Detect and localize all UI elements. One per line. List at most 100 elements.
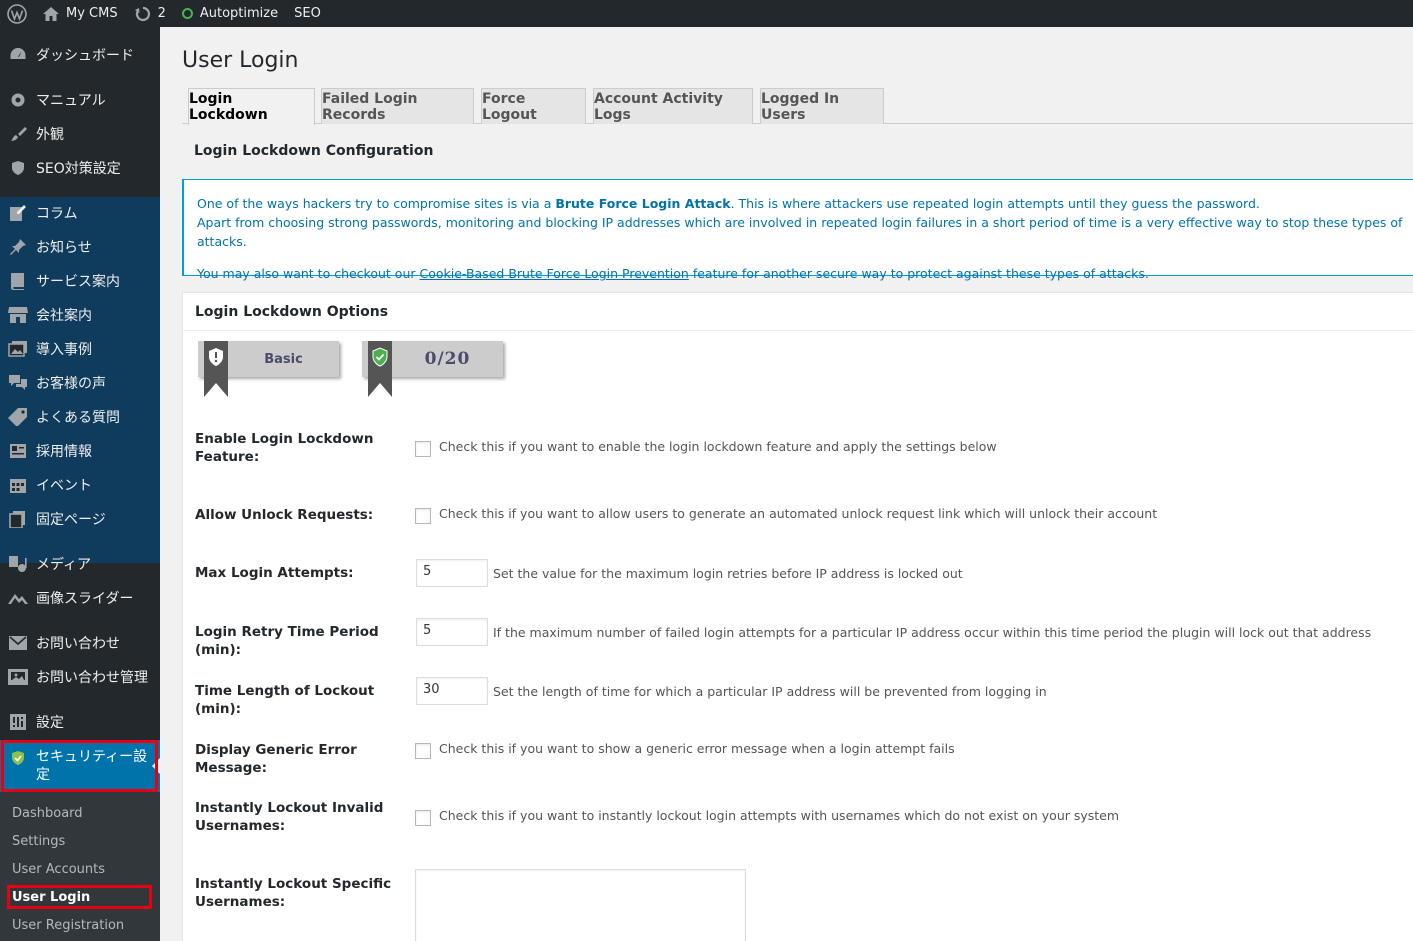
checkbox-allow-unlock[interactable] [415,508,431,524]
page-title: User Login [182,48,299,73]
updates-link[interactable]: 2 [126,0,174,27]
sidebar-item-settings[interactable]: 設定 [0,705,160,739]
score-badge: 0/20 [362,341,503,397]
tag-icon [0,408,36,426]
label-max-attempts: Max Login Attempts: [195,565,354,581]
sidebar-item-column[interactable]: コラム [0,196,160,230]
tab-login-lockdown[interactable]: Login Lockdown [188,88,315,125]
submenu-dashboard[interactable]: Dashboard [12,799,83,827]
mail-icon [0,636,36,650]
home-icon [43,6,59,21]
sidebar-item-pages[interactable]: 固定ページ [0,502,160,536]
slider-icon [0,591,36,605]
notice-line-3: You may also want to checkout our Cookie… [197,266,1149,281]
sidebar-item-news[interactable]: お知らせ [0,230,160,264]
autoptimize-link[interactable]: Autoptimize [174,0,286,27]
sidebar-item-label: お問い合わせ管理 [36,670,148,686]
submenu-settings[interactable]: Settings [12,827,65,855]
admin-bar: My CMS 2 Autoptimize SEO [0,0,1413,27]
options-panel: Login Lockdown Options Basic 0/20 Enable… [182,292,1413,941]
checkbox-invalid-usernames[interactable] [415,810,431,826]
sidebar-item-seo[interactable]: SEO対策設定 [0,151,160,185]
calendar-icon [0,476,36,494]
sidebar-item-label: 会社案内 [36,308,92,324]
sidebar-item-events[interactable]: イベント [0,468,160,502]
desc-allow-unlock: Check this if you want to allow users to… [439,506,1158,521]
submenu-user-accounts[interactable]: User Accounts [12,855,105,883]
sidebar-item-label: 画像スライダー [36,591,134,607]
sidebar-item-contact[interactable]: お問い合わせ [0,626,160,660]
wordpress-logo-icon[interactable] [0,0,34,27]
label-specific-usernames: Instantly Lockout Specific Usernames: [195,876,392,910]
sidebar-item-label: ダッシュボード [36,48,134,64]
security-shield-icon [372,347,388,367]
sidebar-item-label: メディア [36,557,92,573]
highlight-box-security [1,740,158,792]
desc-enable-lockdown: Check this if you want to enable the log… [439,439,997,454]
desc-invalid-usernames: Check this if you want to instantly lock… [439,808,1120,823]
label-allow-unlock: Allow Unlock Requests: [195,507,374,523]
sidebar-item-label: イベント [36,478,92,494]
sidebar-item-label: 外観 [36,127,64,143]
sidebar-item-manual[interactable]: マニュアル [0,83,160,117]
submenu-user-registration[interactable]: User Registration [12,911,124,939]
label-lockout-length: Time Length of Lockout (min): [195,683,375,717]
label-retry-period: Login Retry Time Period (min): [195,624,379,658]
options-title: Login Lockdown Options [183,293,1413,331]
tab-failed-login-records[interactable]: Failed Login Records [321,88,474,124]
sidebar-item-label: 採用情報 [36,444,92,460]
sidebar-item-slider[interactable]: 画像スライダー [0,581,160,615]
badge-score: 0/20 [424,349,471,369]
sidebar-item-label: よくある質問 [36,410,120,426]
sidebar-item-company[interactable]: 会社案内 [0,298,160,332]
input-retry-period[interactable]: 5 [416,618,488,646]
sidebar-item-appearance[interactable]: 外観 [0,117,160,151]
sidebar-item-label: コラム [36,206,78,222]
settings-icon [0,713,36,731]
desc-retry-period: If the maximum number of failed login at… [493,625,1372,640]
main-content: User Login Login Lockdown Failed Login R… [160,27,1413,941]
checkbox-generic-error[interactable] [415,743,431,759]
notice-line-2: Apart from choosing strong passwords, mo… [197,215,1403,249]
highlight-box-user-login [7,885,152,909]
sidebar-item-media[interactable]: メディア [0,547,160,581]
sidebar-item-label: お問い合わせ [36,636,120,652]
testimonial-icon [0,374,36,392]
paintbrush-icon [0,125,36,143]
sidebar-item-services[interactable]: サービス案内 [0,264,160,298]
admin-sidebar: ダッシュボード マニュアル 外観 SEO対策設定 コラム お知らせ サービス案内… [0,27,160,941]
site-name-link[interactable]: My CMS [34,0,126,27]
sidebar-item-dashboard[interactable]: ダッシュボード [0,38,160,72]
seo-link[interactable]: SEO [286,0,329,27]
label-invalid-usernames: Instantly Lockout Invalid Usernames: [195,800,384,834]
shield-icon [0,160,36,176]
inbox-icon [0,668,36,686]
edit-icon [0,204,36,222]
sidebar-item-recruit[interactable]: 採用情報 [0,434,160,468]
sidebar-item-label: 固定ページ [36,512,106,528]
input-max-attempts[interactable]: 5 [416,559,488,587]
sidebar-item-cases[interactable]: 導入事例 [0,332,160,366]
sidebar-item-label: お知らせ [36,240,92,256]
textarea-specific-usernames[interactable] [415,869,746,941]
input-lockout-length[interactable]: 30 [416,677,488,705]
sidebar-item-testimonials[interactable]: お客様の声 [0,366,160,400]
tab-logged-in-users[interactable]: Logged In Users [760,88,884,124]
media-icon [0,555,36,573]
tab-force-logout[interactable]: Force Logout [481,88,586,124]
sidebar-item-faq[interactable]: よくある質問 [0,400,160,434]
sidebar-item-label: 導入事例 [36,342,92,358]
desc-generic-error: Check this if you want to show a generic… [439,741,955,756]
seo-label: SEO [294,6,321,21]
cookie-prevention-link[interactable]: Cookie-Based Brute Force Login Preventio… [419,266,688,281]
sidebar-item-label: サービス案内 [36,274,120,290]
images-icon [0,340,36,358]
notice-line-1: One of the ways hackers try to compromis… [197,196,1260,211]
tab-account-activity-logs[interactable]: Account Activity Logs [593,88,753,124]
autoptimize-label: Autoptimize [199,6,279,21]
checkbox-enable-lockdown[interactable] [415,441,431,457]
updates-count: 2 [157,6,166,21]
page-icon [0,510,36,528]
section-title: Login Lockdown Configuration [194,143,434,159]
sidebar-item-contact-manage[interactable]: お問い合わせ管理 [0,660,160,694]
